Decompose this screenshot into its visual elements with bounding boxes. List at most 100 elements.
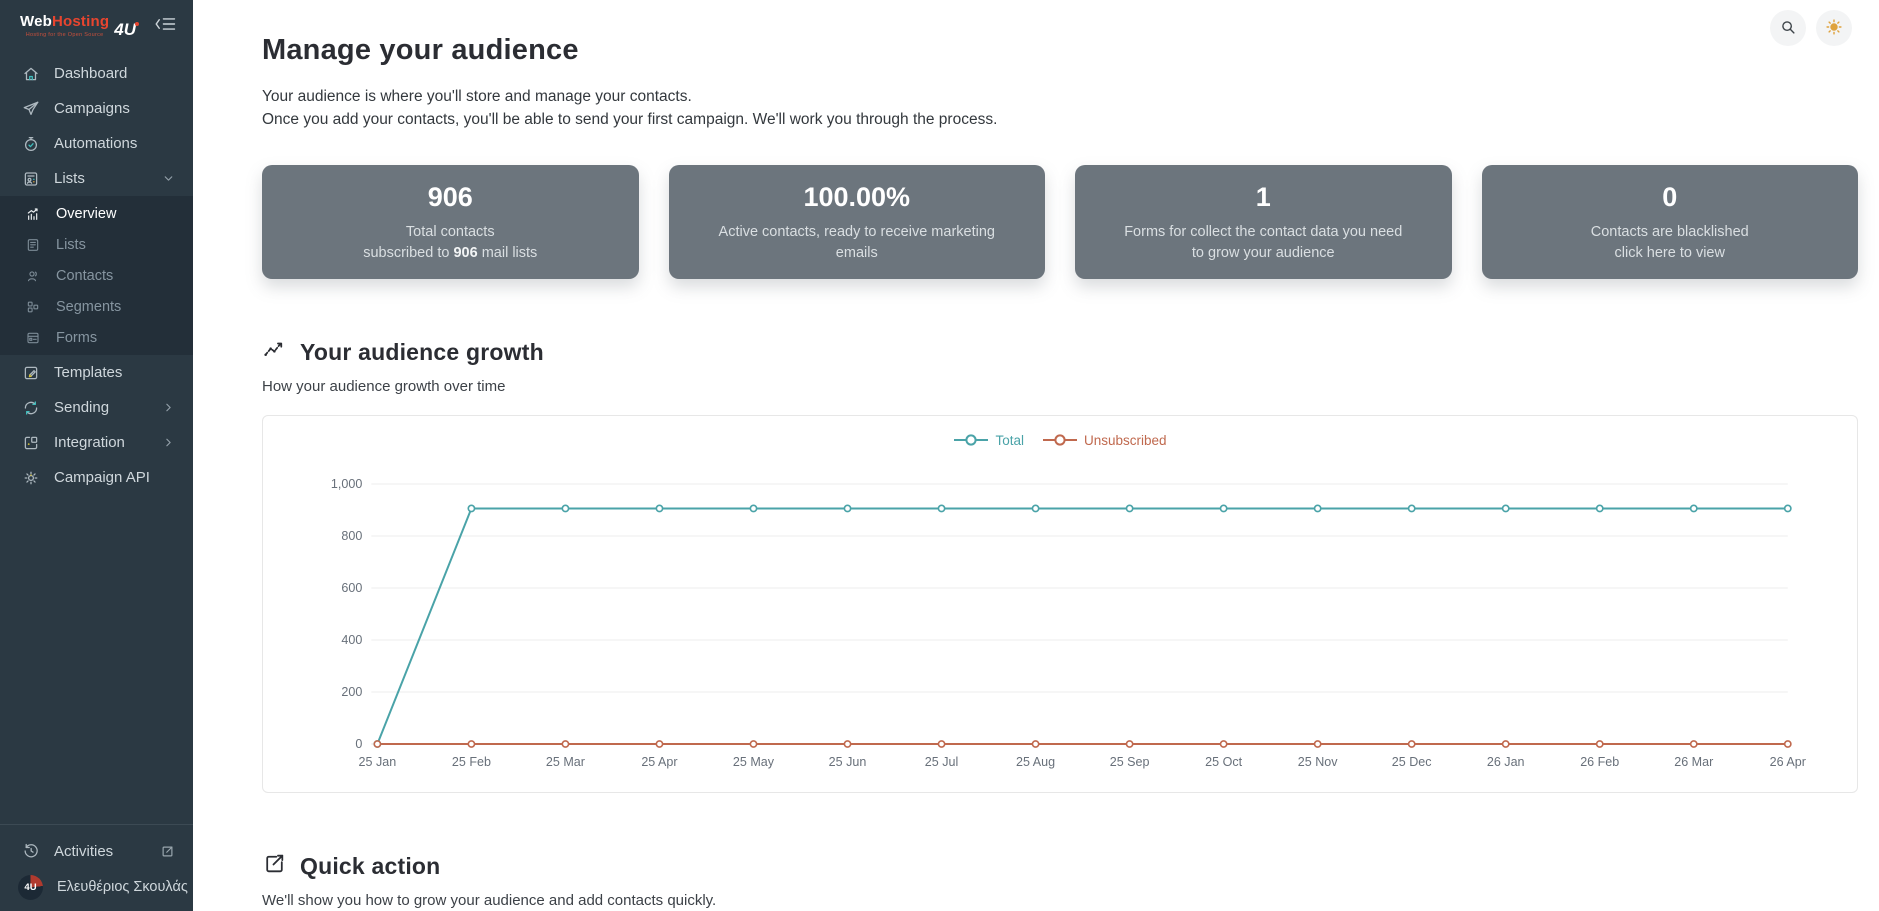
chevron-down-icon	[162, 172, 175, 185]
quick-action-section: Quick action We'll show you how to grow …	[262, 851, 1858, 910]
sidebar-item-campaign-api[interactable]: Campaign API	[0, 460, 193, 495]
svg-text:25 Mar: 25 Mar	[546, 755, 585, 769]
sidebar-item-integration[interactable]: Integration	[0, 425, 193, 460]
search-icon	[1779, 18, 1797, 39]
brand-logo[interactable]: WebHosting Hosting for the Open Source 4…	[20, 12, 139, 39]
integration-icon	[21, 434, 40, 452]
brand-suffix: 4U	[114, 19, 139, 39]
sun-icon	[1825, 18, 1843, 39]
stat-description: Contacts are blacklished click here to v…	[1590, 223, 1749, 262]
page-intro: Your audience is where you'll store and …	[262, 85, 1858, 132]
brand-hosting: Hosting	[52, 12, 110, 30]
sidebar-item-overview[interactable]: Overview	[0, 198, 193, 229]
list-alt-icon	[23, 237, 42, 253]
svg-text:25 Sep: 25 Sep	[1110, 755, 1150, 769]
line-marker-icon	[953, 434, 989, 446]
growth-section-subtitle: How your audience growth over time	[262, 378, 506, 395]
svg-text:800: 800	[341, 529, 362, 543]
user-name: Ελευθέριος Σκουλάς	[57, 879, 188, 895]
topbar	[1770, 10, 1852, 46]
svg-text:26 Feb: 26 Feb	[1580, 755, 1619, 769]
segments-icon	[23, 299, 42, 315]
stats-row: 906 Total contacts subscribed to 906 mai…	[262, 164, 1858, 279]
svg-text:26 Apr: 26 Apr	[1770, 755, 1806, 769]
chevron-right-icon	[162, 401, 175, 414]
legend-item-unsubscribed[interactable]: Unsubscribed	[1042, 433, 1167, 448]
home-icon	[21, 65, 40, 83]
legend-label: Total	[995, 432, 1024, 448]
chevron-right-icon	[162, 436, 175, 449]
gear-icon	[21, 469, 40, 487]
stat-value: 100.00%	[803, 181, 911, 212]
trend-line-icon	[262, 337, 287, 367]
stat-description: Active contacts, ready to receive market…	[718, 223, 995, 262]
theme-toggle-button[interactable]	[1816, 10, 1852, 46]
growth-section: Your audience growth How your audience g…	[262, 337, 1858, 793]
svg-text:26 Mar: 26 Mar	[1674, 755, 1713, 769]
svg-text:25 Dec: 25 Dec	[1392, 755, 1432, 769]
sidebar-item-automations[interactable]: Automations	[0, 126, 193, 161]
external-link-icon[interactable]	[160, 844, 175, 859]
sidebar-item-forms[interactable]: Forms	[0, 322, 193, 353]
sidebar-user-menu[interactable]: 4U Ελευθέριος Σκουλάς	[0, 869, 211, 905]
sidebar: WebHosting Hosting for the Open Source 4…	[0, 0, 211, 911]
stat-card-blacklisted[interactable]: 0 Contacts are blacklished click here to…	[1481, 164, 1858, 279]
growth-section-header: Your audience growth	[262, 337, 1858, 367]
svg-text:1,000: 1,000	[331, 477, 362, 491]
sidebar-item-templates[interactable]: Templates	[0, 355, 193, 390]
page-title: Manage your audience	[262, 34, 579, 66]
stat-value: 906	[427, 181, 473, 212]
sidebar-collapse-button[interactable]	[153, 13, 179, 38]
brush-icon	[21, 364, 40, 382]
sidebar-item-contacts[interactable]: Contacts	[0, 260, 193, 291]
svg-text:25 May: 25 May	[733, 755, 775, 769]
stat-value: 0	[1662, 181, 1678, 212]
collapse-menu-icon	[155, 15, 177, 36]
history-icon	[21, 842, 40, 860]
sidebar-item-lists[interactable]: Lists	[0, 161, 193, 196]
audience-growth-chart[interactable]: 0 200 400 600 800 1,000 25 Jan 25 Feb 25 Mar 25 A…	[277, 454, 1843, 786]
sidebar-item-campaigns[interactable]: Campaigns	[0, 91, 193, 126]
divider	[0, 824, 193, 825]
line-marker-icon	[1042, 434, 1078, 446]
form-icon	[23, 330, 42, 346]
legend-item-total[interactable]: Total	[953, 433, 1024, 448]
sidebar-item-sending[interactable]: Sending	[0, 390, 193, 425]
bar-chart-icon	[23, 206, 42, 222]
app-root: WebHosting Hosting for the Open Source 4…	[0, 0, 1879, 911]
paper-plane-icon	[21, 100, 40, 118]
sidebar-nav: Dashboard Campaigns Automations Lists Ov…	[0, 56, 193, 824]
sidebar-footer: Activities 4U Ελευθέριος Σκουλάς	[0, 824, 211, 911]
growth-chart-card: Total Unsubscribed 0 200 400 600 800 1,000 25 …	[262, 415, 1858, 793]
user-icon	[23, 268, 42, 284]
chart-legend: Total Unsubscribed	[277, 426, 1843, 454]
svg-text:25 Jan: 25 Jan	[359, 755, 397, 769]
stat-value: 1	[1255, 181, 1271, 212]
svg-text:26 Jan: 26 Jan	[1487, 755, 1525, 769]
intro-line-1: Your audience is where you'll store and …	[262, 88, 692, 105]
stat-description: Total contacts subscribed to 906 mail li…	[363, 223, 538, 262]
lists-icon	[21, 170, 40, 188]
sidebar-item-activities[interactable]: Activities	[0, 833, 193, 869]
intro-line-2: Once you add your contacts, you'll be ab…	[262, 111, 998, 129]
stat-card-active-contacts: 100.00% Active contacts, ready to receiv…	[668, 164, 1045, 279]
quick-action-subtitle: We'll show you how to grow your audience…	[262, 892, 717, 909]
sidebar-item-lists-sub[interactable]: Lists	[0, 229, 193, 260]
svg-text:600: 600	[341, 581, 362, 595]
svg-text:25 Oct: 25 Oct	[1205, 755, 1242, 769]
svg-text:200: 200	[341, 685, 362, 699]
search-button[interactable]	[1770, 10, 1806, 46]
brand-web: Web	[20, 12, 52, 30]
svg-text:400: 400	[341, 633, 362, 647]
lists-submenu: Overview Lists Contacts Segments Forms	[0, 196, 193, 355]
stat-card-total-contacts: 906 Total contacts subscribed to 906 mai…	[262, 164, 639, 279]
sync-icon	[21, 399, 40, 417]
quick-action-title: Quick action	[300, 852, 441, 879]
stopwatch-icon	[21, 135, 40, 153]
stat-description: Forms for collect the contact data you n…	[1124, 223, 1403, 262]
sidebar-item-dashboard[interactable]: Dashboard	[0, 56, 193, 91]
sidebar-header: WebHosting Hosting for the Open Source 4…	[0, 0, 193, 48]
sidebar-item-segments[interactable]: Segments	[0, 291, 193, 322]
growth-section-title: Your audience growth	[300, 338, 544, 365]
svg-text:25 Aug: 25 Aug	[1016, 755, 1055, 769]
